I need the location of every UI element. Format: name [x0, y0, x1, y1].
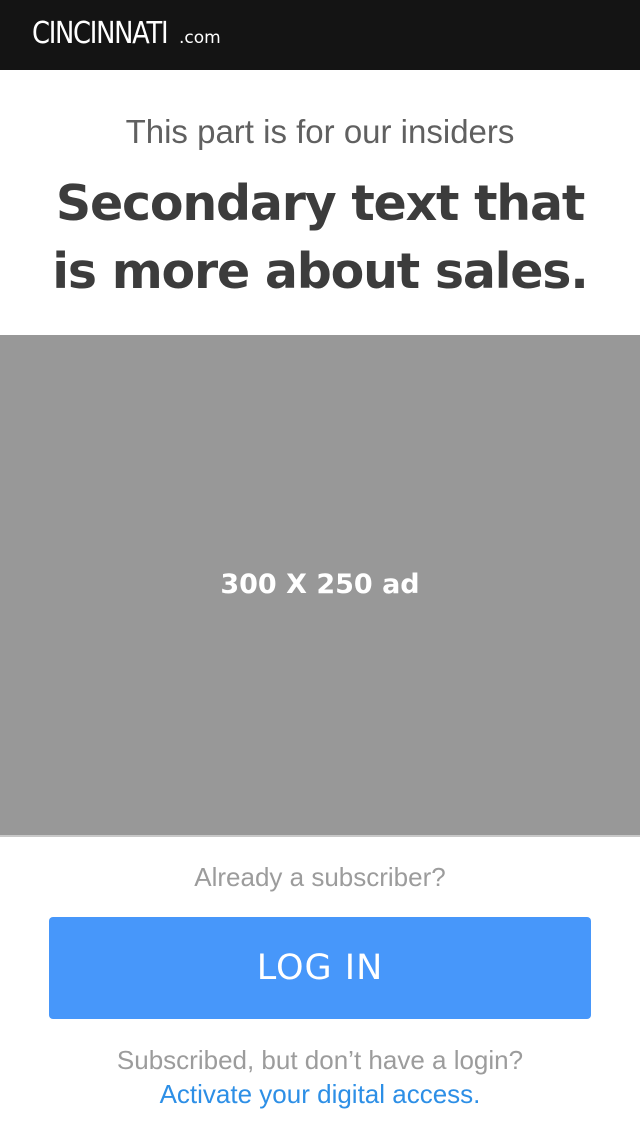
header-bar: CINCINNATI .com — [0, 0, 640, 70]
cincinnati-logo[interactable]: CINCINNATI .com — [32, 16, 221, 51]
logo-wordmark: CINCINNATI — [32, 16, 169, 51]
ad-label: 300 X 250 ad — [220, 569, 420, 600]
no-login-prompt: Subscribed, but don’t have a login? — [116, 1045, 524, 1075]
logo-domain: .com — [179, 28, 221, 48]
subscriber-prompt: Already a subscriber? — [194, 862, 446, 892]
paywall-page: CINCINNATI .com This part is for our ins… — [0, 0, 640, 1136]
paywall-intro-text: This part is for our insiders — [125, 113, 515, 150]
activate-access-container: Activate your digital access. — [0, 1077, 640, 1111]
paywall-headline: Secondary text that is more about sales. — [52, 175, 589, 300]
activate-digital-access-link[interactable]: Activate your digital access. — [160, 1079, 481, 1109]
log-in-button[interactable]: LOG IN — [49, 917, 591, 1019]
